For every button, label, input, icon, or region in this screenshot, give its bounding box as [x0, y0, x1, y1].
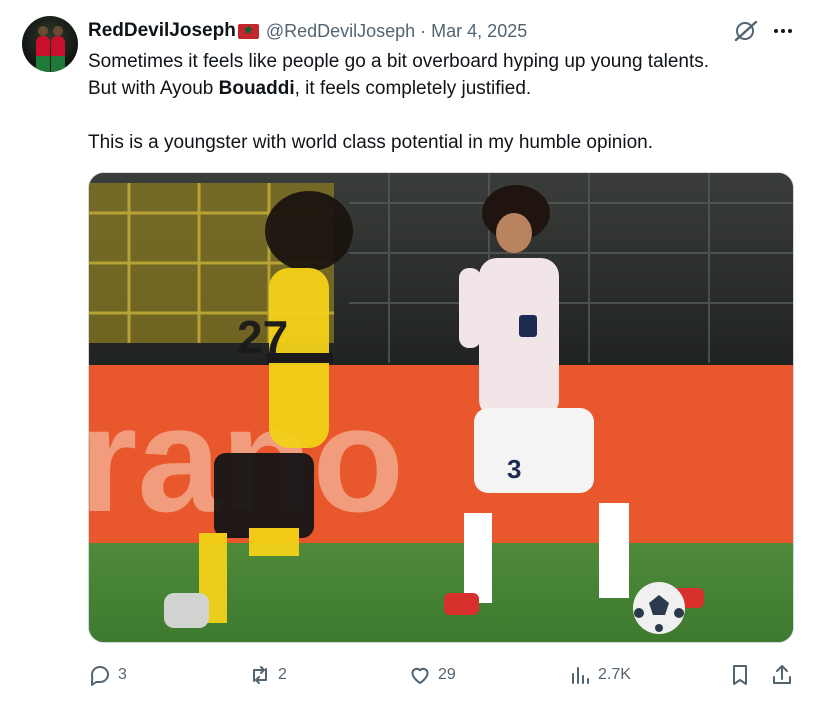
repost-button[interactable]: 2 — [248, 660, 287, 690]
display-name[interactable]: RedDevilJoseph — [88, 20, 236, 42]
reply-icon — [91, 666, 109, 686]
share-icon — [773, 665, 791, 684]
repost-icon — [253, 666, 267, 684]
grok-icon[interactable] — [733, 18, 759, 44]
tweet-card[interactable]: RedDevilJoseph @RedDevilJoseph · Mar 4, … — [0, 0, 816, 703]
more-options-icon[interactable] — [770, 18, 796, 44]
morocco-flag-icon — [237, 22, 259, 39]
tweet-photo[interactable]: rano 27 — [88, 172, 794, 643]
views-icon — [572, 667, 589, 684]
share-button[interactable] — [770, 660, 794, 690]
lille-shorts-number: 3 — [507, 454, 521, 484]
football-photo-illustration: rano 27 — [89, 173, 793, 642]
views-button[interactable]: 2.7K — [568, 660, 631, 690]
mention-bouaddi: Bouaddi — [218, 78, 295, 99]
user-handle[interactable]: @RedDevilJoseph — [266, 21, 415, 42]
repost-count: 2 — [278, 666, 287, 683]
reply-button[interactable]: 3 — [88, 660, 127, 690]
tweet-text: Sometimes it feels like people go a bit … — [88, 48, 798, 156]
tweet-line-2: But with Ayoub Bouaddi, it feels complet… — [88, 78, 532, 99]
tweet-header: RedDevilJoseph @RedDevilJoseph · Mar 4, … — [88, 18, 527, 44]
tweet-line-3: This is a youngster with world class pot… — [88, 132, 653, 153]
views-count: 2.7K — [598, 666, 631, 683]
heart-icon — [411, 667, 429, 684]
dortmund-shirt-number: 27 — [237, 311, 288, 363]
tweet-line-1: Sometimes it feels like people go a bit … — [88, 51, 710, 72]
post-date[interactable]: Mar 4, 2025 — [431, 21, 527, 42]
like-count: 29 — [438, 666, 456, 683]
bookmark-button[interactable] — [728, 660, 752, 690]
avatar[interactable] — [22, 16, 78, 72]
reply-count: 3 — [118, 666, 127, 683]
separator-dot: · — [420, 20, 427, 41]
action-bar: 3 2 29 2.7K — [88, 660, 796, 690]
bookmark-icon — [733, 665, 747, 685]
like-button[interactable]: 29 — [408, 660, 456, 690]
